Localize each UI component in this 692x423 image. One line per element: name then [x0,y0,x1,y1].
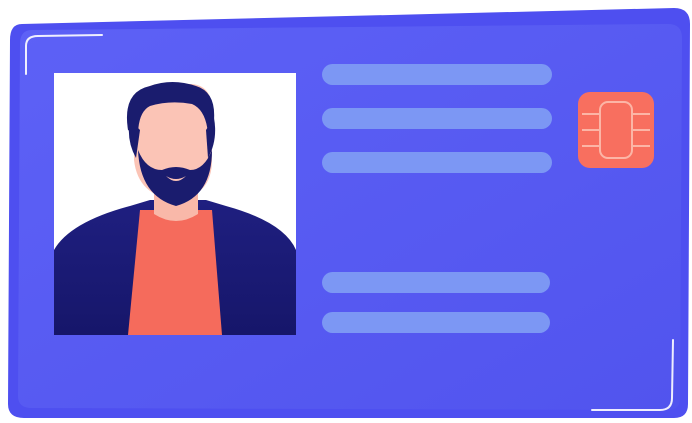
text-line-1 [322,64,552,85]
id-card-illustration [0,0,692,423]
text-line-5 [322,312,550,333]
text-line-4 [322,272,550,293]
portrait-photo [54,73,296,335]
text-line-3 [322,152,552,173]
text-line-2 [322,108,552,129]
smart-chip-icon [578,92,654,168]
